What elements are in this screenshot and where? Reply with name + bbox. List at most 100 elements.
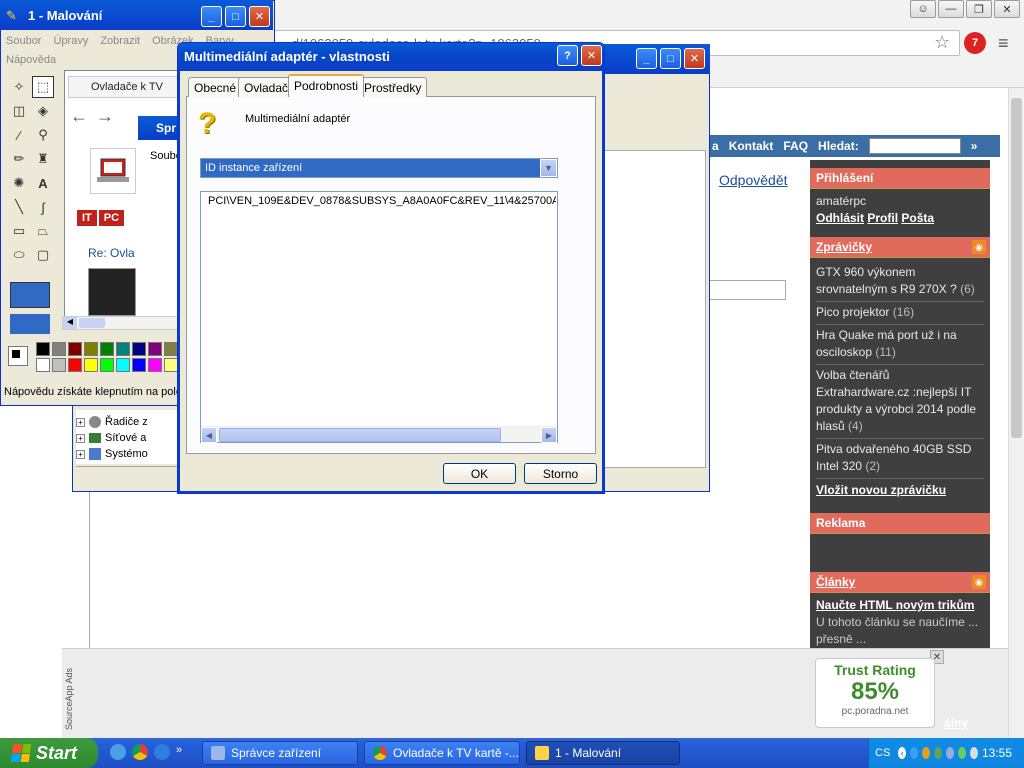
color-picker-icon[interactable]: ⁄ xyxy=(8,124,30,146)
articles-title-link[interactable]: Články xyxy=(816,575,855,589)
color-swatch[interactable] xyxy=(148,342,162,356)
tab-general[interactable]: Obecné xyxy=(188,77,243,97)
page-text-field[interactable] xyxy=(706,280,786,300)
article-link[interactable]: Naučte HTML novým trikům xyxy=(816,598,974,612)
expand-icon[interactable]: + xyxy=(76,449,85,459)
maximize-button[interactable]: □ xyxy=(225,6,246,27)
extension-icon[interactable]: 7 xyxy=(964,32,986,54)
logout-link[interactable]: Odhlásit xyxy=(816,211,864,225)
start-button[interactable]: Start xyxy=(0,738,98,768)
close-button[interactable]: ✕ xyxy=(581,45,602,66)
color-swatch[interactable] xyxy=(116,342,130,356)
close-button[interactable]: ✕ xyxy=(684,48,705,69)
minimize-button[interactable]: _ xyxy=(636,48,657,69)
tab-details[interactable]: Podrobnosti xyxy=(288,74,365,97)
menu-view[interactable]: Zobrazit xyxy=(100,35,140,47)
color-swatch[interactable] xyxy=(84,358,98,372)
chrome-icon[interactable] xyxy=(132,744,148,760)
color-swatch[interactable] xyxy=(100,358,114,372)
close-button[interactable]: ✕ xyxy=(249,6,270,27)
add-news-link[interactable]: Vložit novou zprávičku xyxy=(816,483,946,497)
color-swatch[interactable] xyxy=(52,342,66,356)
tool-option-icon[interactable] xyxy=(10,314,50,334)
menu-help[interactable]: Nápověda xyxy=(6,54,56,66)
menu-file[interactable]: Soubor xyxy=(6,35,41,47)
ie-icon[interactable] xyxy=(154,744,170,760)
quick-launch-icon[interactable] xyxy=(110,744,126,760)
task-chrome[interactable]: Ovladače k TV kartě -... xyxy=(364,741,520,765)
volume-icon[interactable] xyxy=(946,747,955,759)
news-item[interactable]: Volba čtenářů Extrahardware.cz :nejlepší… xyxy=(816,365,984,439)
tool-option-icon[interactable] xyxy=(10,282,50,308)
color-swatch[interactable] xyxy=(132,358,146,372)
tab-resources[interactable]: Prostředky xyxy=(358,77,428,97)
cancel-button[interactable]: Storno xyxy=(524,463,597,484)
chevron-icon[interactable]: » xyxy=(176,744,182,760)
color-swatch[interactable] xyxy=(68,342,82,356)
rounded-rect-icon[interactable]: ▢ xyxy=(32,244,54,266)
scrollbar-thumb[interactable] xyxy=(79,318,105,328)
profile-icon[interactable]: ☺ xyxy=(910,0,936,18)
color-swatch[interactable] xyxy=(164,358,178,372)
page-scrollbar[interactable] xyxy=(1008,88,1024,738)
news-item[interactable]: Pico projektor (16) xyxy=(816,302,984,325)
search-arrow-icon[interactable]: » xyxy=(971,139,978,153)
task-device-manager[interactable]: Správce zařízení xyxy=(202,741,358,765)
network-tray-icon[interactable] xyxy=(934,747,943,759)
fill-icon[interactable]: ◈ xyxy=(32,100,54,122)
color-swatch[interactable] xyxy=(52,358,66,372)
nav-faq[interactable]: FAQ xyxy=(783,139,808,153)
pencil-icon[interactable]: ✏ xyxy=(8,148,30,170)
tray-expand-icon[interactable]: ‹ xyxy=(898,747,907,759)
rectangle-icon[interactable]: ▭ xyxy=(8,220,30,242)
chevron-down-icon[interactable]: ▼ xyxy=(540,159,557,177)
scroll-left-icon[interactable]: ◀ xyxy=(201,427,217,443)
tray-icon[interactable] xyxy=(922,747,931,759)
line-icon[interactable]: ╲ xyxy=(8,196,30,218)
color-swatch[interactable] xyxy=(100,342,114,356)
color-swatch[interactable] xyxy=(132,342,146,356)
nav-contact[interactable]: Kontakt xyxy=(729,139,774,153)
tree-node[interactable]: + Síťové a xyxy=(76,430,146,446)
scroll-left-icon[interactable]: ◀ xyxy=(63,317,77,329)
rss-icon[interactable]: ◉ xyxy=(972,575,986,589)
rect-select-icon[interactable]: ⬚ xyxy=(32,76,54,98)
tray-icon[interactable] xyxy=(970,747,978,759)
trust-rating-badge[interactable]: Trust Rating 85% pc.poradna.net xyxy=(815,658,935,728)
free-select-icon[interactable]: ✧ xyxy=(8,76,30,98)
language-indicator[interactable]: CS xyxy=(875,747,890,759)
scrollbar-thumb[interactable] xyxy=(219,428,501,442)
ok-button[interactable]: OK xyxy=(443,463,516,484)
article-bottom-link[interactable]: álny xyxy=(944,716,968,730)
news-item[interactable]: Hra Quake má port už i na osciloskop (11… xyxy=(816,325,984,365)
brush-icon[interactable]: ♜ xyxy=(32,148,54,170)
color-swatch[interactable] xyxy=(116,358,130,372)
ie-tray-icon[interactable] xyxy=(910,747,919,759)
close-button[interactable]: ✕ xyxy=(994,0,1020,18)
news-title-link[interactable]: Zprávičky xyxy=(816,240,872,254)
profile-link[interactable]: Profil xyxy=(867,211,898,225)
help-button[interactable]: ? xyxy=(557,45,578,66)
restore-button[interactable]: ❐ xyxy=(966,0,992,18)
color-swatch[interactable] xyxy=(84,342,98,356)
color-swatch[interactable] xyxy=(36,358,50,372)
magnifier-icon[interactable]: ⚲ xyxy=(32,124,54,146)
news-item[interactable]: Pitva odvařeného 40GB SSD Intel 320 (2) xyxy=(816,439,984,479)
property-dropdown[interactable]: ID instance zařízení xyxy=(200,158,558,178)
text-tool-icon[interactable]: A xyxy=(32,172,54,194)
scrollbar-thumb[interactable] xyxy=(1011,98,1022,438)
nav-item[interactable]: a xyxy=(712,139,719,153)
reply-link[interactable]: Odpovědět xyxy=(719,172,788,188)
tree-node[interactable]: + Řadiče z xyxy=(76,414,148,430)
scroll-right-icon[interactable]: ▶ xyxy=(541,427,557,443)
airbrush-icon[interactable]: ✺ xyxy=(8,172,30,194)
news-item[interactable]: GTX 960 výkonem srovnatelným s R9 270X ?… xyxy=(816,262,984,302)
polygon-icon[interactable]: ⏢ xyxy=(32,220,54,242)
expand-icon[interactable]: + xyxy=(76,417,85,427)
minimize-button[interactable]: _ xyxy=(201,6,222,27)
rss-icon[interactable]: ◉ xyxy=(972,240,986,254)
menu-edit[interactable]: Úpravy xyxy=(53,35,88,47)
tray-icon[interactable] xyxy=(958,747,966,759)
value-list[interactable] xyxy=(200,191,558,443)
value-list-item[interactable]: PCI\VEN_109E&DEV_0878&SUBSYS_A8A0A0FC&RE… xyxy=(208,195,556,207)
